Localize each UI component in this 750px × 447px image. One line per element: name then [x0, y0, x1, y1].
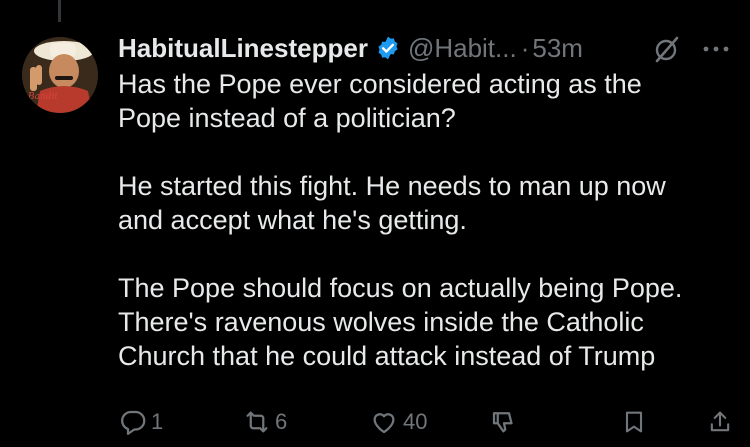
bookmark-icon	[620, 407, 648, 437]
repost-count: 6	[275, 409, 288, 434]
share-icon	[706, 407, 734, 437]
author-handle[interactable]: @Habit...	[408, 33, 517, 64]
verified-badge-icon	[375, 35, 401, 61]
like-count: 40	[403, 409, 428, 434]
separator-dot: ·	[520, 32, 530, 63]
thread-connector-line	[58, 0, 61, 22]
reply-icon	[118, 407, 148, 437]
reply-count: 1	[151, 409, 164, 434]
like-button[interactable]: 40	[368, 404, 427, 440]
heart-icon	[368, 407, 400, 437]
post-paragraph: Has the Pope ever considered acting as t…	[118, 69, 642, 133]
post-paragraph: The Pope should focus on actually being …	[118, 273, 683, 371]
grok-icon[interactable]	[652, 34, 682, 64]
post-paragraph: He started this fight. He needs to man u…	[118, 171, 666, 235]
post-header: HabitualLinestepper @Habit... · 53m	[118, 30, 738, 66]
more-options-icon[interactable]	[698, 34, 734, 64]
bookmark-button[interactable]	[620, 404, 648, 440]
post-timestamp[interactable]: 53m	[532, 33, 583, 64]
repost-icon	[242, 407, 272, 437]
share-button[interactable]	[706, 404, 734, 440]
reply-button[interactable]: 1	[118, 404, 163, 440]
dislike-button[interactable]	[489, 404, 519, 440]
repost-button[interactable]: 6	[242, 404, 287, 440]
author-display-name[interactable]: HabitualLinestepper	[118, 33, 368, 64]
post-action-bar: 1 6 40	[118, 404, 738, 440]
avatar[interactable]: Bandit	[22, 37, 98, 113]
post-body: Has the Pope ever considered acting as t…	[118, 67, 728, 373]
thumbs-down-icon	[489, 407, 519, 437]
svg-text:Bandit: Bandit	[27, 92, 58, 102]
